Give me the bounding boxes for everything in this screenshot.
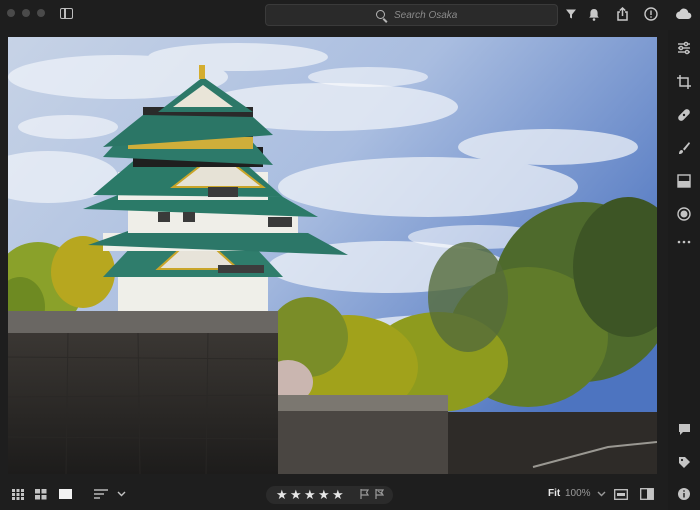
- sliders-icon[interactable]: [676, 40, 692, 56]
- brush-icon[interactable]: [676, 140, 692, 156]
- sidebar-toggle-icon[interactable]: [60, 8, 73, 19]
- search-input[interactable]: [394, 7, 544, 23]
- window-close-button[interactable]: [7, 9, 15, 17]
- window-minimize-button[interactable]: [22, 9, 30, 17]
- window-zoom-button[interactable]: [37, 9, 45, 17]
- more-icon[interactable]: [676, 234, 692, 250]
- sort-icon[interactable]: [94, 487, 108, 501]
- bottom-toolbar: ★ ★ ★ ★ ★ Fit 100%: [0, 478, 668, 510]
- flag-reject-icon[interactable]: [375, 489, 385, 499]
- chevron-down-icon[interactable]: [116, 487, 126, 501]
- bell-icon[interactable]: [586, 6, 602, 22]
- crop-icon[interactable]: [676, 74, 692, 90]
- help-icon[interactable]: [643, 6, 659, 22]
- rating-star-5[interactable]: ★: [332, 487, 344, 503]
- rating-star-3[interactable]: ★: [304, 487, 316, 503]
- rating-star-2[interactable]: ★: [290, 487, 302, 503]
- zoom-level[interactable]: 100%: [565, 488, 591, 499]
- flag-pick-icon[interactable]: [360, 489, 370, 499]
- osaka-castle-photo: [8, 37, 657, 474]
- radial-icon[interactable]: [676, 206, 692, 222]
- filter-icon[interactable]: [563, 6, 579, 22]
- zoom-chevron-down-icon[interactable]: [596, 487, 606, 501]
- grid-large-icon[interactable]: [35, 487, 47, 501]
- search-box[interactable]: [265, 4, 558, 26]
- before-after-icon[interactable]: [614, 487, 628, 501]
- top-toolbar: [0, 0, 700, 30]
- cloud-icon[interactable]: [673, 6, 693, 22]
- search-icon: [376, 10, 385, 19]
- info-icon[interactable]: [676, 486, 692, 502]
- rating-bar: ★ ★ ★ ★ ★: [266, 486, 393, 504]
- photo-canvas[interactable]: [8, 37, 657, 474]
- tag-icon[interactable]: [676, 454, 692, 470]
- fit-button[interactable]: Fit: [548, 488, 560, 499]
- comment-icon[interactable]: [676, 421, 692, 437]
- share-icon[interactable]: [614, 6, 630, 22]
- edit-panel-rail: [668, 30, 700, 510]
- rating-star-4[interactable]: ★: [318, 487, 330, 503]
- rating-star-1[interactable]: ★: [276, 487, 288, 503]
- healing-icon[interactable]: [676, 107, 692, 123]
- single-view-icon[interactable]: [58, 487, 72, 501]
- compare-split-icon[interactable]: [640, 487, 654, 501]
- gradient-icon[interactable]: [676, 173, 692, 189]
- grid-small-icon[interactable]: [12, 487, 24, 501]
